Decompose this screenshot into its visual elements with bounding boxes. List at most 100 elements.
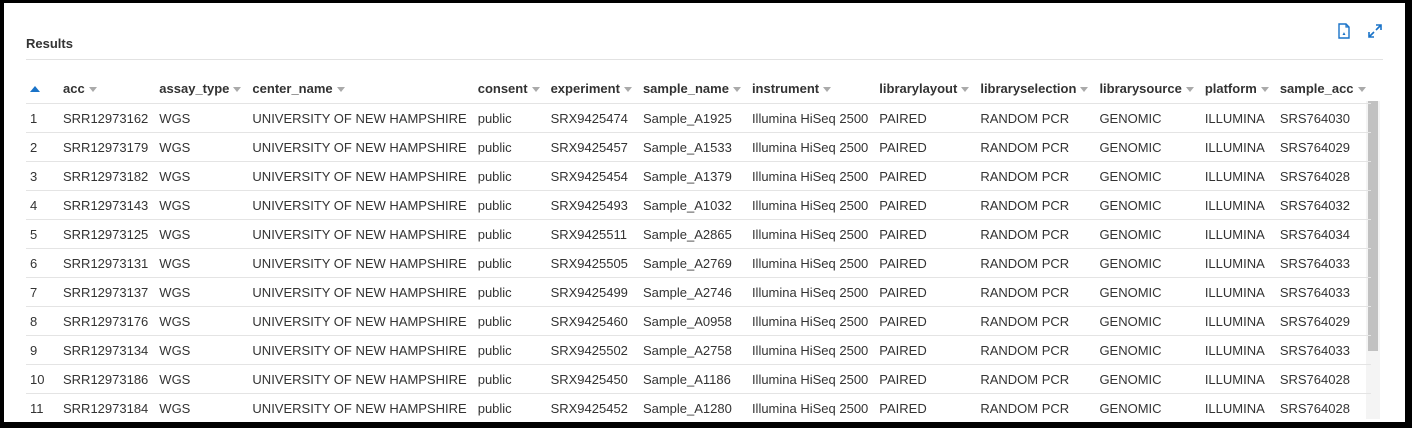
cell-assay-type: WGS: [153, 161, 247, 191]
cell-librarysource: GENOMIC: [1093, 393, 1199, 422]
column-header-label: center_name: [252, 80, 333, 96]
cell-librarysource: GENOMIC: [1093, 306, 1199, 336]
results-table: acc assay_type center_name consent experimen…: [26, 73, 1382, 422]
chevron-down-icon[interactable]: [961, 86, 970, 92]
column-header-librarylayout[interactable]: librarylayout: [873, 73, 974, 104]
sort-ascending-icon[interactable]: [30, 86, 40, 93]
cell-instrument: Illumina HiSeq 2500: [745, 364, 874, 394]
cell-instrument: Illumina HiSeq 2500: [745, 277, 874, 307]
cell-experiment: SRX9425457: [544, 132, 637, 162]
cell-acc: SRR12973162: [57, 103, 154, 133]
column-header-consent[interactable]: consent: [472, 73, 545, 104]
row-number: 3: [26, 161, 57, 191]
chevron-down-icon[interactable]: [233, 86, 242, 92]
cell-instrument: Illumina HiSeq 2500: [745, 219, 874, 249]
column-header-acc[interactable]: acc: [57, 73, 153, 104]
pdf-export-icon[interactable]: ▲: [1337, 23, 1351, 39]
cell-sample-acc: SRS764029: [1273, 306, 1371, 336]
cell-librarylayout: PAIRED: [873, 393, 975, 422]
chevron-down-icon[interactable]: [1260, 86, 1269, 92]
cell-assay-type: WGS: [153, 335, 247, 365]
column-header-label: sample_name: [642, 80, 729, 96]
table-row[interactable]: 5 SRR12973125 WGS UNIVERSITY OF NEW HAMPSHI…: [26, 219, 1371, 249]
cell-sample-name: Sample_A0958: [636, 306, 746, 336]
column-header-libraryselection[interactable]: libraryselection: [974, 73, 1093, 104]
column-header-instrument[interactable]: instrument: [746, 73, 873, 104]
cell-assay-type: WGS: [153, 364, 247, 394]
column-header-platform[interactable]: platform: [1199, 73, 1274, 104]
cell-platform: ILLUMINA: [1198, 306, 1274, 336]
table-row[interactable]: 1 SRR12973162 WGS UNIVERSITY OF NEW HAMPSHI…: [26, 103, 1371, 133]
cell-platform: ILLUMINA: [1198, 219, 1274, 249]
column-header-assay-type[interactable]: assay_type: [153, 73, 246, 104]
chevron-down-icon[interactable]: [1357, 86, 1366, 92]
cell-librarysource: GENOMIC: [1093, 248, 1199, 278]
chevron-down-icon[interactable]: [336, 86, 345, 92]
column-header-label: assay_type: [159, 80, 230, 96]
chevron-down-icon[interactable]: [823, 86, 832, 92]
cell-libraryselection: RANDOM PCR: [974, 132, 1094, 162]
cell-assay-type: WGS: [153, 277, 247, 307]
chevron-down-icon[interactable]: [531, 86, 540, 92]
chevron-down-icon[interactable]: [623, 86, 632, 92]
column-header-center-name[interactable]: center_name: [246, 73, 471, 104]
table-row[interactable]: 4 SRR12973143 WGS UNIVERSITY OF NEW HAMPSHI…: [26, 190, 1371, 220]
table-row[interactable]: 11 SRR12973184 WGS UNIVERSITY OF NEW HAMPSH…: [26, 393, 1371, 422]
cell-center-name: UNIVERSITY OF NEW HAMPSHIRE: [246, 103, 472, 133]
cell-assay-type: WGS: [153, 132, 247, 162]
cell-center-name: UNIVERSITY OF NEW HAMPSHIRE: [246, 248, 472, 278]
cell-librarylayout: PAIRED: [873, 132, 975, 162]
chevron-down-icon[interactable]: [732, 86, 741, 92]
cell-sample-name: Sample_A1533: [636, 132, 746, 162]
cell-experiment: SRX9425511: [544, 219, 637, 249]
cell-instrument: Illumina HiSeq 2500: [745, 132, 874, 162]
cell-librarylayout: PAIRED: [873, 190, 975, 220]
row-number-header[interactable]: [26, 73, 57, 104]
column-header-sample-acc[interactable]: sample_acc: [1274, 73, 1371, 104]
cell-acc: SRR12973125: [57, 219, 154, 249]
table-row[interactable]: 6 SRR12973131 WGS UNIVERSITY OF NEW HAMPSHI…: [26, 248, 1371, 278]
row-number: 9: [26, 335, 57, 365]
cell-libraryselection: RANDOM PCR: [974, 219, 1094, 249]
cell-acc: SRR12973137: [57, 277, 154, 307]
cell-librarylayout: PAIRED: [873, 219, 975, 249]
row-number: 5: [26, 219, 57, 249]
cell-assay-type: WGS: [153, 248, 247, 278]
cell-center-name: UNIVERSITY OF NEW HAMPSHIRE: [246, 335, 472, 365]
cell-sample-name: Sample_A1925: [636, 103, 746, 133]
column-header-label: experiment: [550, 80, 620, 96]
column-header-experiment[interactable]: experiment: [545, 73, 637, 104]
cell-libraryselection: RANDOM PCR: [974, 364, 1094, 394]
table-row[interactable]: 7 SRR12973137 WGS UNIVERSITY OF NEW HAMPSHI…: [26, 277, 1371, 307]
table-row[interactable]: 2 SRR12973179 WGS UNIVERSITY OF NEW HAMPSHI…: [26, 132, 1371, 162]
cell-librarysource: GENOMIC: [1093, 132, 1199, 162]
cell-acc: SRR12973182: [57, 161, 154, 191]
chevron-down-icon[interactable]: [1185, 86, 1194, 92]
cell-center-name: UNIVERSITY OF NEW HAMPSHIRE: [246, 161, 472, 191]
row-number: 7: [26, 277, 57, 307]
table-row[interactable]: 3 SRR12973182 WGS UNIVERSITY OF NEW HAMPSHI…: [26, 161, 1371, 191]
column-header-label: librarysource: [1099, 80, 1182, 96]
row-number: 4: [26, 190, 57, 220]
row-number: 11: [26, 393, 57, 422]
cell-libraryselection: RANDOM PCR: [974, 248, 1094, 278]
table-row[interactable]: 9 SRR12973134 WGS UNIVERSITY OF NEW HAMPSHI…: [26, 335, 1371, 365]
cell-instrument: Illumina HiSeq 2500: [745, 248, 874, 278]
cell-assay-type: WGS: [153, 393, 247, 422]
column-header-librarysource[interactable]: librarysource: [1093, 73, 1198, 104]
cell-librarysource: GENOMIC: [1093, 277, 1199, 307]
cell-instrument: Illumina HiSeq 2500: [745, 306, 874, 336]
column-header-label: consent: [477, 80, 528, 96]
expand-icon[interactable]: [1367, 23, 1383, 39]
table-row[interactable]: 10 SRR12973186 WGS UNIVERSITY OF NEW HAMPSH…: [26, 364, 1371, 394]
chevron-down-icon[interactable]: [88, 86, 97, 92]
table-row[interactable]: 8 SRR12973176 WGS UNIVERSITY OF NEW HAMPSHI…: [26, 306, 1371, 336]
column-header-sample-name[interactable]: sample_name: [637, 73, 746, 104]
cell-consent: public: [471, 335, 545, 365]
cell-sample-name: Sample_A2746: [636, 277, 746, 307]
cell-acc: SRR12973179: [57, 132, 154, 162]
chevron-down-icon[interactable]: [1080, 86, 1089, 92]
cell-consent: public: [471, 132, 545, 162]
cell-platform: ILLUMINA: [1198, 335, 1274, 365]
panel-title: Results: [26, 36, 73, 51]
